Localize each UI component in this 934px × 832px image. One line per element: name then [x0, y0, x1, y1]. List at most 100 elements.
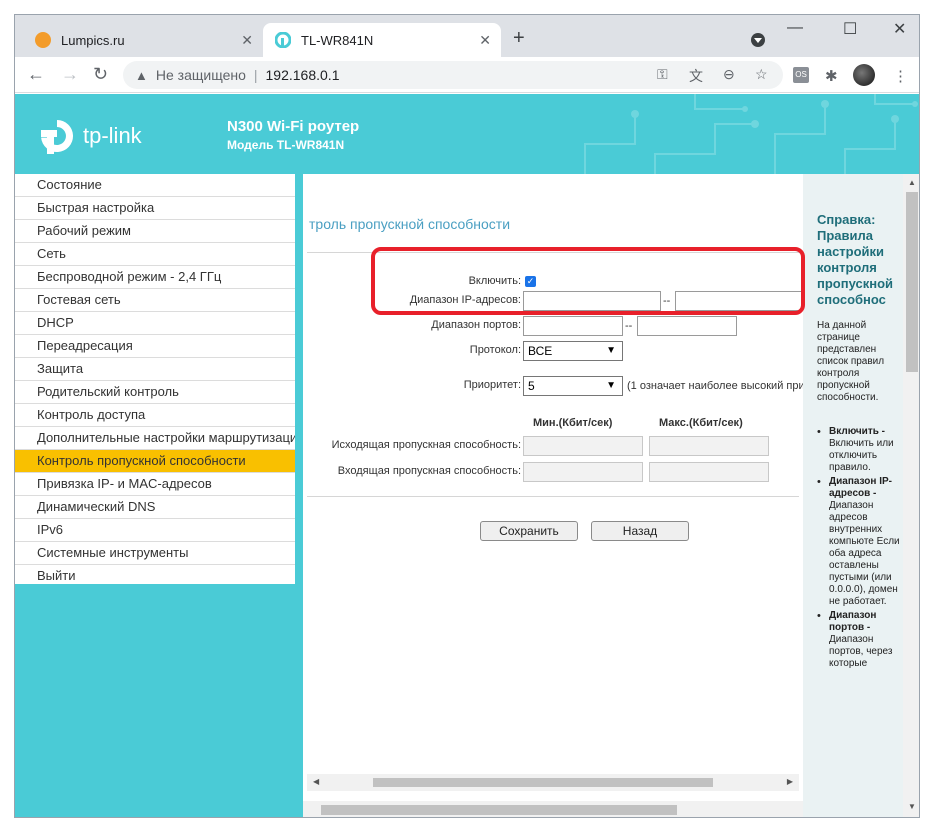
- translate-icon[interactable]: 文: [689, 66, 703, 86]
- help-term: Диапазон портов -: [829, 610, 877, 633]
- protocol-select[interactable]: ВСЕ ▼: [523, 341, 623, 361]
- tab-lumpics[interactable]: Lumpics.ru ✕: [23, 23, 263, 57]
- new-tab-button[interactable]: +: [513, 27, 525, 50]
- sidebar-item-parental-control[interactable]: Родительский контроль: [15, 381, 295, 404]
- scroll-left-icon[interactable]: ◀: [313, 777, 319, 786]
- scroll-right-icon[interactable]: ▶: [787, 777, 793, 786]
- security-label[interactable]: Не защищено: [156, 67, 246, 83]
- tplink-favicon-icon: [274, 31, 292, 49]
- forward-arrow-icon[interactable]: →: [61, 64, 79, 85]
- priority-note: (1 означает наиболее высокий при: [627, 380, 803, 392]
- chevron-down-icon: ▼: [606, 380, 616, 391]
- sidebar-item-quick-setup[interactable]: Быстрая настройка: [15, 197, 295, 220]
- sidebar-item-system-tools[interactable]: Системные инструменты: [15, 542, 295, 565]
- list-item: Диапазон IP-адресов -Диапазон адресов вн…: [817, 476, 905, 608]
- address-bar[interactable]: ▲ Не защищено | 192.168.0.1 ⚿ 文 ⊖ ☆: [123, 61, 783, 89]
- avatar[interactable]: [853, 64, 875, 86]
- vertical-scrollbar[interactable]: ▲ ▼: [903, 174, 919, 817]
- tab-title: TL-WR841N: [301, 32, 374, 48]
- save-button[interactable]: Сохранить: [480, 521, 578, 541]
- sidebar-item-guest-network[interactable]: Гостевая сеть: [15, 289, 295, 312]
- sidebar-item-advanced-routing[interactable]: Дополнительные настройки маршрутизации: [15, 427, 295, 450]
- help-desc: Диапазон портов, через которые: [829, 634, 893, 669]
- extension-os-icon[interactable]: OS: [793, 67, 809, 83]
- back-button[interactable]: Назад: [591, 521, 689, 541]
- egress-min-input[interactable]: [523, 436, 643, 456]
- scrollbar-thumb[interactable]: [373, 778, 713, 787]
- enable-label: Включить:: [468, 275, 521, 287]
- bookmark-star-icon[interactable]: ☆: [755, 66, 768, 83]
- main-panel: троль пропускной способности Включить: ✓…: [303, 174, 803, 817]
- tab-search-icon[interactable]: [751, 33, 765, 47]
- warning-triangle-icon[interactable]: ▲: [135, 68, 148, 83]
- help-desc: Диапазон адресов внутренних компьюте Есл…: [829, 500, 900, 607]
- sidebar-item-network[interactable]: Сеть: [15, 243, 295, 266]
- maximize-button[interactable]: ☐: [843, 19, 857, 39]
- column-divider: [295, 174, 303, 817]
- ingress-min-input[interactable]: [523, 462, 643, 482]
- tplink-logo-icon: [41, 119, 74, 154]
- sidebar-item-status[interactable]: Состояние: [15, 174, 295, 197]
- tab-router[interactable]: TL-WR841N ✕: [263, 23, 501, 57]
- priority-value: 5: [528, 379, 535, 393]
- ip-range-start-input[interactable]: [523, 291, 661, 311]
- min-column-header: Мин.(Кбит/сек): [533, 417, 613, 429]
- back-arrow-icon[interactable]: ←: [27, 64, 45, 85]
- close-tab-icon[interactable]: ✕: [479, 32, 491, 49]
- menu-dots-icon[interactable]: ⋮: [893, 67, 908, 85]
- priority-select[interactable]: 5 ▼: [523, 376, 623, 396]
- range-separator: --: [625, 320, 633, 332]
- url-text[interactable]: 192.168.0.1: [266, 67, 340, 83]
- help-title: Справка: Правила настройки контроля проп…: [817, 212, 894, 307]
- close-window-button[interactable]: ✕: [893, 19, 906, 39]
- scroll-up-icon[interactable]: ▲: [908, 178, 916, 187]
- port-range-start-input[interactable]: [523, 316, 623, 336]
- scroll-down-icon[interactable]: ▼: [908, 802, 916, 811]
- minimize-button[interactable]: —: [787, 19, 803, 37]
- zoom-out-icon[interactable]: ⊖: [723, 66, 735, 83]
- help-term: Диапазон IP-адресов -: [829, 476, 892, 499]
- sidebar-item-operation-mode[interactable]: Рабочий режим: [15, 220, 295, 243]
- list-item: Диапазон портов -Диапазон портов, через …: [817, 610, 905, 670]
- enable-checkbox[interactable]: ✓: [525, 276, 536, 287]
- logo-text: tp-link: [83, 123, 142, 148]
- sidebar-item-access-control[interactable]: Контроль доступа: [15, 404, 295, 427]
- outer-horizontal-scrollbar[interactable]: [303, 801, 803, 817]
- url-separator: |: [253, 67, 258, 83]
- help-intro: На данной странице представлен список пр…: [817, 320, 885, 403]
- sidebar-item-wireless[interactable]: Беспроводной режим - 2,4 ГГц: [15, 266, 295, 289]
- inner-horizontal-scrollbar[interactable]: ◀ ▶: [307, 774, 799, 791]
- lumpics-favicon-icon: [35, 32, 51, 48]
- scrollbar-thumb[interactable]: [321, 805, 677, 815]
- max-column-header: Макс.(Кбит/сек): [659, 417, 743, 429]
- help-term: Включить -: [829, 426, 885, 437]
- browser-toolbar: ← → ↻ ▲ Не защищено | 192.168.0.1 ⚿ 文 ⊖ …: [15, 57, 919, 93]
- sidebar-background: [15, 584, 295, 817]
- tab-strip: Lumpics.ru ✕ TL-WR841N ✕ + — ☐ ✕: [15, 15, 919, 57]
- browser-window: Lumpics.ru ✕ TL-WR841N ✕ + — ☐ ✕ ← → ↻ ▲…: [14, 14, 920, 818]
- ingress-label: Входящая пропускная способность:: [337, 465, 521, 477]
- reload-icon[interactable]: ↻: [93, 64, 108, 85]
- key-icon[interactable]: ⚿: [657, 66, 668, 83]
- router-model: Модель TL-WR841N: [227, 138, 345, 152]
- sidebar-item-security[interactable]: Защита: [15, 358, 295, 381]
- sidebar-item-forwarding[interactable]: Переадресация: [15, 335, 295, 358]
- extensions-puzzle-icon[interactable]: ✱: [825, 67, 838, 85]
- egress-label: Исходящая пропускная способность:: [331, 439, 521, 451]
- sidebar-item-dhcp[interactable]: DHCP: [15, 312, 295, 335]
- port-range-label: Диапазон портов:: [431, 319, 521, 331]
- sidebar-item-ipv6[interactable]: IPv6: [15, 519, 295, 542]
- protocol-label: Протокол:: [469, 344, 521, 356]
- sidebar-item-ip-mac-binding[interactable]: Привязка IP- и MAC-адресов: [15, 473, 295, 496]
- ip-range-end-input[interactable]: [675, 291, 803, 311]
- list-item: Включить -Включить или отключить правило…: [817, 426, 905, 474]
- scrollbar-thumb[interactable]: [906, 192, 918, 372]
- close-tab-icon[interactable]: ✕: [241, 32, 253, 49]
- egress-max-input[interactable]: [649, 436, 769, 456]
- sidebar-item-bandwidth-control[interactable]: Контроль пропускной способности: [15, 450, 295, 473]
- port-range-end-input[interactable]: [637, 316, 737, 336]
- ip-range-label: Диапазон IP-адресов:: [409, 294, 521, 306]
- ingress-max-input[interactable]: [649, 462, 769, 482]
- page-title: троль пропускной способности: [309, 216, 511, 232]
- sidebar-item-dynamic-dns[interactable]: Динамический DNS: [15, 496, 295, 519]
